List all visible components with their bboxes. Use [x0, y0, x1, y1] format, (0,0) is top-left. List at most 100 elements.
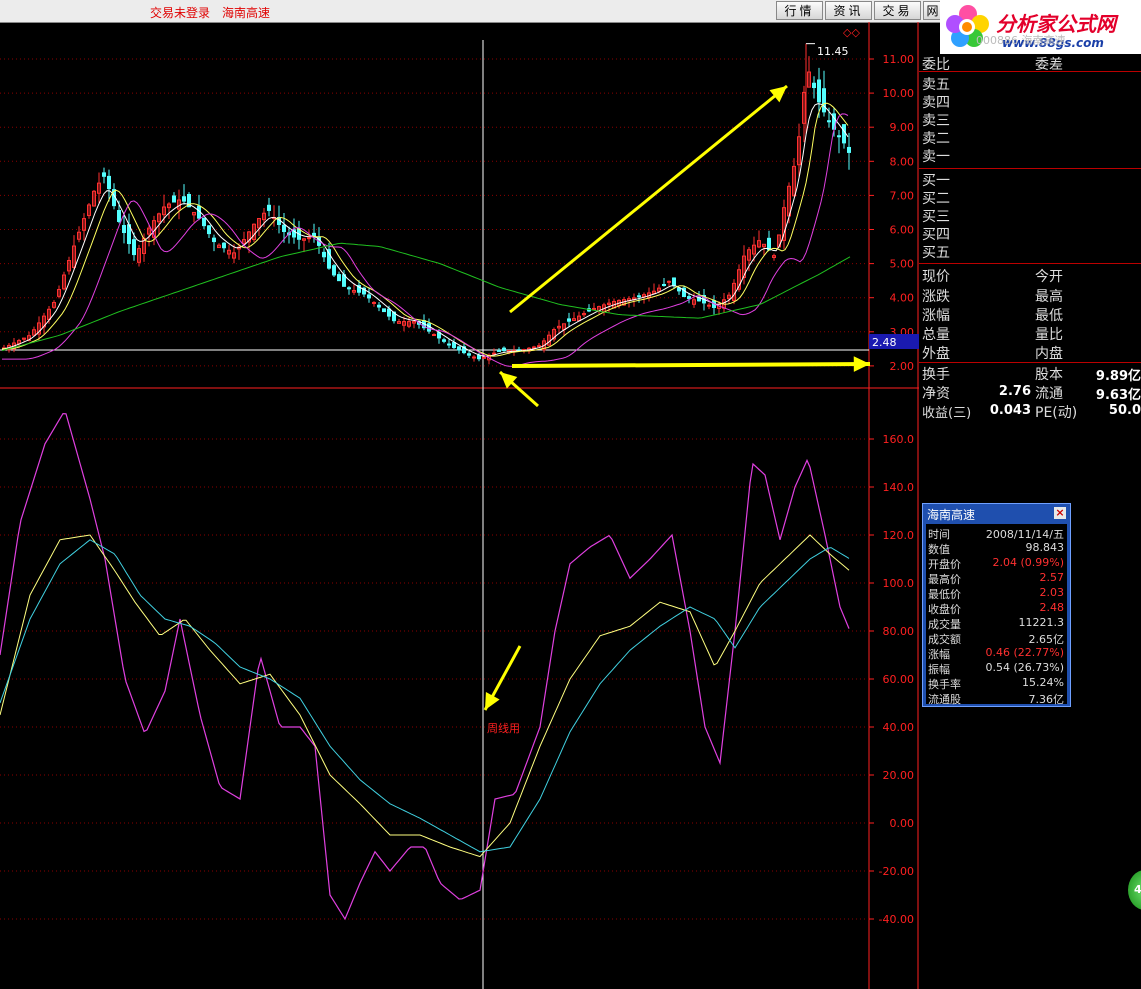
candle-body	[482, 356, 486, 359]
high-label: 最高	[1035, 289, 1063, 305]
candle-body	[132, 239, 136, 256]
candle-body	[202, 217, 206, 227]
price-tick-label: 4.00	[890, 292, 915, 305]
osc-tick-label: 100.0	[883, 577, 915, 590]
popup-row-value: 2.48	[1039, 601, 1065, 614]
candle-body	[367, 294, 371, 299]
price-tick-label: 7.00	[890, 189, 915, 202]
candle-body	[817, 79, 821, 103]
candle-body	[452, 342, 456, 348]
tab-news[interactable]: 资讯	[825, 1, 872, 20]
price-chart[interactable]	[1, 43, 851, 367]
candle-body	[847, 146, 851, 153]
candle-body	[122, 225, 126, 234]
net-asset-value: 2.76	[998, 384, 1031, 399]
candle-body	[212, 237, 216, 243]
popup-row-value: 2008/11/14/五	[985, 528, 1064, 541]
price-label: 现价	[922, 269, 950, 285]
horizontal-arrow-shaft	[511, 362, 871, 368]
outer-label: 外盘	[922, 346, 950, 362]
buy5-label: 买五	[922, 245, 950, 261]
candle-body	[822, 88, 826, 113]
oscillator-chart[interactable]	[0, 412, 850, 921]
osc-tick-label: 20.00	[883, 769, 915, 782]
eps-value: 0.043	[989, 403, 1031, 418]
change-pct-label: 涨幅	[922, 308, 950, 324]
popup-row-value: 2.04 (0.99%)	[992, 556, 1064, 569]
bar-info-popup[interactable]: 海南高速 × 时间 2008/11/14/五 数值 98.843 开盘价 2.04 (0.…	[922, 503, 1071, 707]
popup-row-label: 振幅	[928, 663, 950, 676]
annotation-arrows	[483, 84, 871, 711]
low-label: 最低	[1035, 308, 1063, 324]
stock-code: 000886 海南高速	[976, 34, 1066, 47]
candle-body	[812, 82, 816, 89]
popup-row-value: 2.65亿	[1028, 633, 1065, 646]
candle-body	[837, 135, 841, 138]
close-icon[interactable]: ×	[1054, 507, 1066, 519]
candle-body	[442, 339, 446, 342]
current-price-badge: 2.48	[872, 336, 897, 349]
tab-quotes[interactable]: 行情	[776, 1, 823, 20]
candle-body	[472, 356, 476, 359]
osc-line-cyan	[0, 539, 850, 853]
popup-row-label: 成交量	[928, 618, 961, 631]
weekly-annotation: 周线用	[487, 721, 520, 735]
stock-name: 海南高速	[222, 6, 271, 20]
osc-tick-label: 80.00	[883, 625, 915, 638]
price-tick-label: 9.00	[890, 121, 915, 134]
osc-tick-label: 140.0	[883, 481, 915, 494]
buy2-label: 买二	[922, 191, 950, 207]
candle-body	[447, 343, 451, 346]
popup-row-label: 数值	[928, 543, 950, 556]
candle-body	[842, 124, 846, 144]
floating-badge[interactable]: 4	[1128, 870, 1141, 910]
candle-body	[267, 204, 271, 211]
candle-body	[102, 172, 106, 177]
popup-row-value: 0.54 (26.73%)	[985, 661, 1064, 674]
net-asset-label: 净资	[922, 386, 950, 402]
candle-body	[372, 301, 376, 304]
popup-row-label: 换手率	[928, 678, 961, 691]
osc-tick-label: 160.0	[883, 433, 915, 446]
diamond-icon: ◇◇	[843, 26, 860, 39]
popup-row-label: 时间	[928, 528, 950, 541]
rise-arrow-shaft	[509, 84, 788, 314]
candle-body	[377, 304, 381, 308]
inner-label: 内盘	[1035, 346, 1063, 362]
candle-body	[307, 237, 311, 240]
osc-tick-label: -20.00	[879, 865, 914, 878]
open-label: 今开	[1035, 269, 1063, 285]
osc-line-magenta	[0, 412, 850, 921]
popup-row-label: 涨幅	[928, 648, 950, 661]
popup-row-value: 2.57	[1039, 571, 1065, 584]
price-tick-label: 6.00	[890, 224, 915, 237]
candle-body	[667, 280, 671, 283]
site-logo: 分析家公式网 www.88gs.com 000886 海南高速	[940, 0, 1141, 54]
popup-row-value: 11221.3	[1018, 616, 1065, 629]
candle-body	[457, 346, 461, 351]
popup-row-value: 7.36亿	[1028, 693, 1065, 706]
osc-tick-label: 0.00	[890, 817, 915, 830]
tab-trade[interactable]: 交易	[874, 1, 921, 20]
candle-body	[672, 277, 676, 286]
buy4-label: 买四	[922, 227, 950, 243]
candle-body	[172, 195, 176, 203]
osc-tick-label: 120.0	[883, 529, 915, 542]
login-status: 交易未登录	[150, 6, 211, 20]
popup-row-value: 98.843	[1025, 541, 1065, 554]
max-price-label: 11.45	[817, 45, 849, 58]
candle-body	[432, 334, 436, 337]
price-tick-label: 5.00	[890, 258, 915, 271]
candle-body	[567, 318, 571, 322]
price-tick-label: 2.00	[890, 360, 915, 373]
candle-body	[492, 352, 496, 355]
candle-body	[827, 120, 831, 123]
candle-body	[322, 251, 326, 258]
turnover-label: 换手	[922, 367, 950, 383]
pe-value: 50.0	[1108, 403, 1141, 418]
candle-body	[107, 175, 111, 190]
candle-body	[687, 296, 691, 300]
eps-label: 收益(三)	[922, 406, 972, 421]
chart-area[interactable]: 11.0010.009.008.007.006.005.004.003.002.…	[0, 22, 919, 989]
ma60-line	[1, 242, 851, 352]
